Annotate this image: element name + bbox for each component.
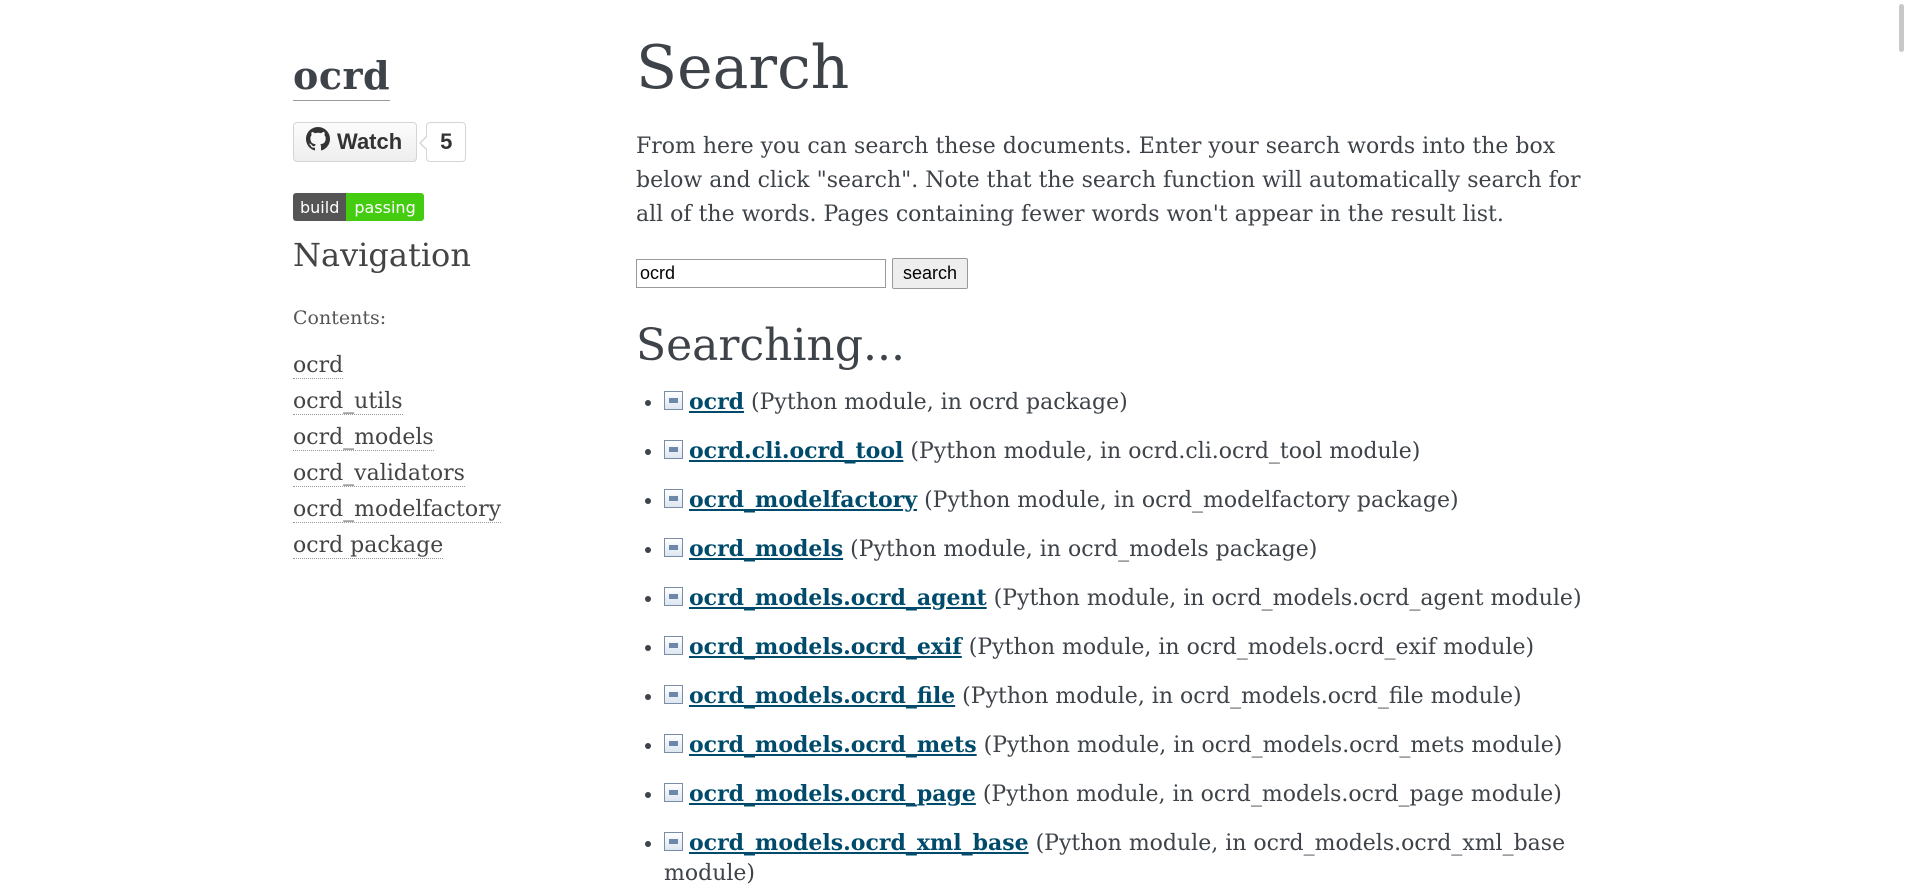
nav-link-ocrd[interactable]: ocrd [293, 353, 344, 379]
nav-item-ocrd-utils: ocrd_utils [293, 387, 533, 423]
sidebar: ocrd Watch 5 build passing Navigation Co… [293, 52, 533, 567]
search-result-description: (Python module, in ocrd_models.ocrd_agen… [993, 586, 1582, 611]
document-icon [664, 489, 683, 508]
search-result-item: ocrd_modelfactory (Python module, in ocr… [664, 485, 1596, 534]
search-input[interactable] [636, 259, 886, 288]
nav-item-ocrd-models: ocrd_models [293, 423, 533, 459]
scrollbar-thumb[interactable] [1899, 4, 1904, 52]
nav-item-ocrd: ocrd [293, 351, 533, 387]
search-form: search [636, 258, 1596, 289]
document-icon [664, 391, 683, 410]
search-result-description: (Python module, in ocrd_modelfactory pac… [924, 488, 1459, 513]
document-icon [664, 538, 683, 557]
search-result-link[interactable]: ocrd.cli.ocrd_tool [689, 438, 903, 464]
search-result-description: (Python module, in ocrd_models.ocrd_file… [962, 684, 1522, 709]
search-result-description: (Python module, in ocrd_models.ocrd_page… [982, 782, 1562, 807]
search-result-item: ocrd_models (Python module, in ocrd_mode… [664, 534, 1596, 583]
nav-link-ocrd-package[interactable]: ocrd package [293, 533, 444, 559]
search-result-link[interactable]: ocrd [689, 389, 744, 415]
search-result-item: ocrd.cli.ocrd_tool (Python module, in oc… [664, 436, 1596, 485]
search-intro-text: From here you can search these documents… [636, 134, 1581, 227]
github-watch-widget: Watch 5 [293, 121, 533, 163]
document-icon [664, 832, 683, 851]
search-result-item: ocrd (Python module, in ocrd package) [664, 387, 1596, 436]
search-result-description: (Python module, in ocrd package) [751, 390, 1128, 415]
search-button[interactable]: search [892, 258, 969, 289]
search-result-link[interactable]: ocrd_models.ocrd_mets [689, 732, 977, 758]
document-icon [664, 587, 683, 606]
github-icon [306, 127, 330, 157]
search-result-item: ocrd_models.ocrd_agent (Python module, i… [664, 583, 1596, 632]
document-icon [664, 685, 683, 704]
search-result-description: (Python module, in ocrd_models.ocrd_mets… [983, 733, 1563, 758]
badge-label-build: build [293, 193, 347, 221]
searching-heading: Searching... [636, 320, 905, 371]
search-results-list: ocrd (Python module, in ocrd package) oc… [636, 387, 1596, 886]
contents-label: Contents: [293, 307, 387, 329]
github-watch-count[interactable]: 5 [419, 122, 467, 162]
search-result-link[interactable]: ocrd_modelfactory [689, 487, 917, 513]
search-result-item: ocrd_models.ocrd_page (Python module, in… [664, 779, 1596, 828]
github-watch-button[interactable]: Watch [293, 122, 418, 162]
nav-link-ocrd-validators[interactable]: ocrd_validators [293, 461, 465, 487]
search-result-item: ocrd_models.ocrd_xml_base (Python module… [664, 828, 1596, 886]
document-icon [664, 734, 683, 753]
document-icon [664, 440, 683, 459]
search-result-link[interactable]: ocrd_models.ocrd_file [689, 683, 955, 709]
github-watch-label: Watch [337, 129, 403, 154]
search-result-description: (Python module, in ocrd_models.ocrd_exif… [968, 635, 1535, 660]
search-result-link[interactable]: ocrd_models.ocrd_xml_base [689, 830, 1029, 856]
nav-item-ocrd-modelfactory: ocrd_modelfactory [293, 495, 533, 531]
search-result-link[interactable]: ocrd_models.ocrd_exif [689, 634, 962, 660]
search-result-item: ocrd_models.ocrd_file (Python module, in… [664, 681, 1596, 730]
site-logo-link[interactable]: ocrd [293, 52, 391, 101]
search-result-item: ocrd_models.ocrd_exif (Python module, in… [664, 632, 1596, 681]
main-content: Search From here you can search these do… [636, 30, 1596, 886]
nav-link-ocrd-models[interactable]: ocrd_models [293, 425, 434, 451]
navigation-heading: Navigation [293, 236, 471, 274]
search-result-description: (Python module, in ocrd.cli.ocrd_tool mo… [910, 439, 1421, 464]
nav-item-ocrd-package: ocrd package [293, 531, 533, 567]
document-icon [664, 783, 683, 802]
search-result-item: ocrd_models.ocrd_mets (Python module, in… [664, 730, 1596, 779]
nav-link-ocrd-modelfactory[interactable]: ocrd_modelfactory [293, 497, 502, 523]
search-result-link[interactable]: ocrd_models [689, 536, 843, 562]
page-title: Search [636, 33, 850, 103]
navigation-list: ocrd ocrd_utils ocrd_models ocrd_validat… [293, 351, 533, 567]
search-result-description: (Python module, in ocrd_models package) [850, 537, 1318, 562]
search-result-link[interactable]: ocrd_models.ocrd_agent [689, 585, 987, 611]
nav-item-ocrd-validators: ocrd_validators [293, 459, 533, 495]
badge-label-passing: passing [346, 193, 424, 221]
build-status-badge[interactable]: build passing [293, 193, 424, 221]
search-result-link[interactable]: ocrd_models.ocrd_page [689, 781, 976, 807]
document-icon [664, 636, 683, 655]
nav-link-ocrd-utils[interactable]: ocrd_utils [293, 389, 403, 415]
